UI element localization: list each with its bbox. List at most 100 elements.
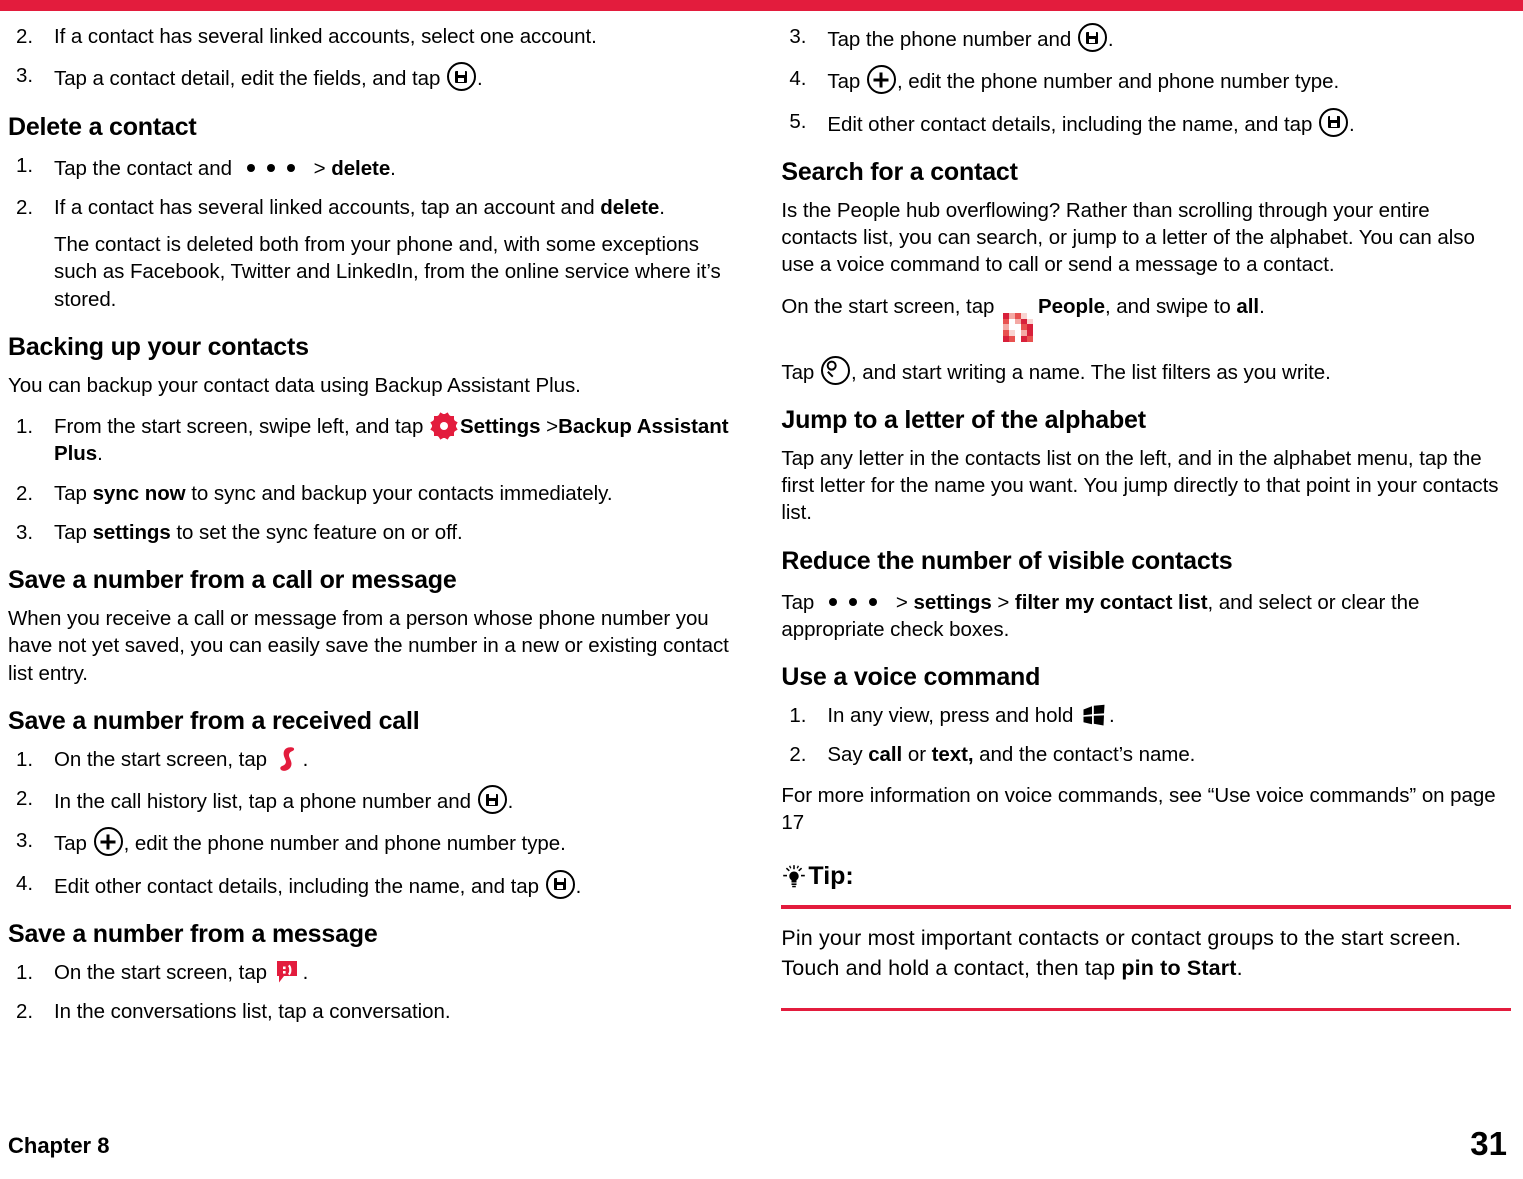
step-text-suffix: . xyxy=(659,195,665,219)
step-text-suffix: , edit the phone number and phone number… xyxy=(896,70,1340,94)
ui-term-settings: settings xyxy=(913,590,992,614)
reduce-pre: Tap xyxy=(781,590,815,614)
ui-term-settings: settings xyxy=(92,520,171,544)
list-item: 2. If a contact has several linked accou… xyxy=(8,194,738,313)
tip-body-post: . xyxy=(1236,956,1243,981)
step-text-suffix: . xyxy=(1108,704,1115,728)
save-from-message-steps: 1. On the start screen, tap . 2. In the … xyxy=(8,959,738,1026)
delete-contact-note: The contact is deleted both from your ph… xyxy=(54,233,721,311)
search-line-pre: Tap xyxy=(781,360,820,384)
lightbulb-icon xyxy=(781,863,807,891)
list-item: 2. In the call history list, tap a phone… xyxy=(8,785,738,815)
save-number-call-message-body: When you receive a call or message from … xyxy=(8,607,729,685)
list-item: 4. Tap , edit the phone number and phone… xyxy=(781,65,1511,95)
reduce-visible-body: Tap > settings > filter my contact list,… xyxy=(781,586,1511,644)
phone-icon xyxy=(277,746,299,772)
step-text-suffix: . xyxy=(1349,112,1355,136)
search-contact-body: Is the People hub overflowing? Rather th… xyxy=(781,198,1475,277)
step-text: Tap a contact detail, edit the fields, a… xyxy=(54,67,446,91)
tip-body: Pin your most important contacts or cont… xyxy=(781,909,1511,994)
people-line-mid: , and swipe to xyxy=(1104,294,1237,318)
plus-icon xyxy=(866,65,896,95)
search-icon xyxy=(820,355,850,385)
save-from-received-call-steps: 1. On the start screen, tap . 2. In the … xyxy=(8,746,738,900)
step-number: 2. xyxy=(16,787,33,810)
heading-save-a-number-from-a-call-or-message: Save a number from a call or message xyxy=(8,566,457,594)
list-item: 5. Edit other contact details, including… xyxy=(781,107,1511,138)
tip-label: Tip: xyxy=(808,862,854,891)
save-icon xyxy=(545,869,575,899)
step-text: Edit other contact details, including th… xyxy=(827,112,1319,136)
step-text: Tap xyxy=(827,70,866,94)
step-number: 3. xyxy=(16,829,33,853)
heading-use-a-voice-command: Use a voice command xyxy=(781,663,1041,692)
list-item: 2. In the conversations list, tap a conv… xyxy=(8,998,738,1025)
heading-reduce-the-number-of-visible-contacts: Reduce the number of visible contacts xyxy=(781,546,1233,575)
page-number: 31 xyxy=(1470,1125,1507,1162)
search-line-post: , and start writing a name. The list fil… xyxy=(850,360,1331,384)
backing-up-intro: You can backup your contact data using B… xyxy=(8,373,581,397)
ui-term-all: all xyxy=(1236,294,1260,318)
left-column: 2. If a contact has several linked accou… xyxy=(0,23,750,1037)
heading-save-a-number-from-a-message: Save a number from a message xyxy=(8,919,378,948)
list-item: 4. Edit other contact details, including… xyxy=(8,869,738,900)
page-top-accent-rule xyxy=(0,0,1523,11)
step-text: In the call history list, tap a phone nu… xyxy=(54,790,477,813)
step-number: 5. xyxy=(789,109,807,133)
list-item: 3. Tap , edit the phone number and phone… xyxy=(8,827,738,857)
list-item: 3. Tap the phone number and . xyxy=(781,23,1511,53)
jump-to-letter-body: Tap any letter in the contacts list on t… xyxy=(781,446,1499,525)
step-number: 2. xyxy=(16,195,33,219)
step-number: 4. xyxy=(16,871,33,895)
step-text: Edit other contact details, including th… xyxy=(54,874,545,898)
step-number: 2. xyxy=(16,481,33,505)
save-icon xyxy=(1077,23,1107,52)
heading-search-for-a-contact: Search for a contact xyxy=(781,157,1018,186)
ui-term-call: call xyxy=(868,743,903,767)
step-number: 3. xyxy=(789,25,807,48)
step-text-suffix: . xyxy=(507,790,514,813)
settings-gear-icon xyxy=(430,412,458,440)
heading-save-a-number-from-a-received-call: Save a number from a received call xyxy=(8,706,420,735)
step-number: 4. xyxy=(789,67,807,91)
step-text: From the start screen, swipe left, and t… xyxy=(54,415,429,438)
delete-contact-steps: 1. Tap the contact and > delete. 2. If a… xyxy=(8,152,738,313)
save-number-steps-continued: 3. Tap the phone number and . 4. Tap , e… xyxy=(781,23,1511,138)
reduce-mid1: > xyxy=(890,590,914,614)
step-text-suffix: to set the sync feature on or off. xyxy=(170,520,463,544)
step-text-suffix: . xyxy=(390,156,396,180)
list-item: 2. Say call or text, and the contact’s n… xyxy=(781,741,1511,768)
windows-start-icon xyxy=(1082,704,1106,727)
ui-term-sync-now: sync now xyxy=(92,481,186,505)
step-number: 1. xyxy=(16,960,33,984)
list-item: 2. Tap sync now to sync and backup your … xyxy=(8,480,738,507)
edit-contact-steps-continued: 2. If a contact has several linked accou… xyxy=(8,23,738,93)
step-text-sep: > xyxy=(308,156,332,180)
step-text: If a contact has several linked accounts… xyxy=(54,25,597,48)
two-column-layout: 2. If a contact has several linked accou… xyxy=(0,23,1523,1037)
step-text-sep: > xyxy=(540,415,559,438)
messaging-icon xyxy=(275,959,301,985)
ui-term-delete: delete xyxy=(600,195,660,219)
step-number: 3. xyxy=(16,64,33,88)
step-text-suffix: . xyxy=(476,67,483,91)
ellipsis-icon xyxy=(823,586,883,613)
step-number: 1. xyxy=(16,747,33,771)
step-text-suffix: . xyxy=(1107,28,1114,51)
ellipsis-icon xyxy=(241,152,301,179)
people-hub-line: On the start screen, tap People, and swi… xyxy=(781,293,1511,342)
step-number: 2. xyxy=(16,25,33,48)
step-text: Tap xyxy=(54,481,93,505)
step-number: 1. xyxy=(789,704,807,728)
step-text: If a contact has several linked accounts… xyxy=(54,195,601,219)
plus-icon xyxy=(93,827,123,857)
people-line-pre: On the start screen, tap xyxy=(781,294,1001,318)
reduce-mid2: > xyxy=(991,590,1015,614)
list-item: 1. In any view, press and hold . xyxy=(781,702,1511,729)
step-text: In any view, press and hold xyxy=(827,704,1079,728)
page-footer: Chapter 8 31 xyxy=(0,1119,1523,1162)
save-icon xyxy=(1319,107,1349,137)
step-text: Say xyxy=(827,743,869,767)
ui-term-people: People xyxy=(1038,294,1105,318)
step-number: 2. xyxy=(16,1000,33,1023)
